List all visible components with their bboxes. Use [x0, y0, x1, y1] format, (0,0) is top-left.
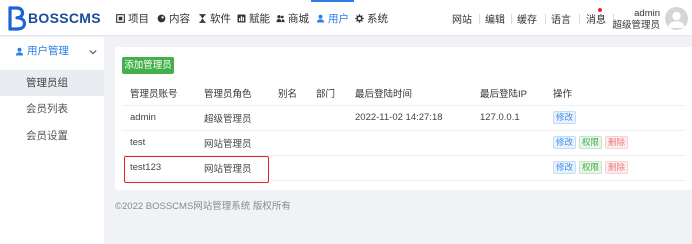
sidebar-group-user-management[interactable]: 用户管理: [0, 42, 104, 61]
nav-item-software[interactable]: 软件: [198, 0, 231, 36]
divider: [511, 14, 512, 24]
column-header-department: 部门: [308, 81, 347, 106]
cell-last-login-ip: [472, 130, 545, 156]
nav-item-label: 系统: [367, 12, 388, 25]
footer-copyright: ©2022 BOSSCMS网站管理系统 版权所有: [115, 201, 291, 212]
avatar-icon: [668, 11, 685, 28]
edit-button[interactable]: 修改: [553, 111, 577, 124]
sidebar-group-label: 用户管理: [27, 45, 69, 57]
tool-language[interactable]: 语言: [551, 0, 571, 36]
nav-item-label: 商城: [288, 12, 309, 25]
table-row: test123 网站管理员 修改 权限 删除: [122, 155, 685, 181]
column-header-actions: 操作: [545, 81, 685, 106]
nav-item-label: 项目: [128, 12, 149, 25]
nav-item-label: 内容: [169, 12, 190, 25]
logo-text: BOSSCMS: [28, 10, 101, 26]
gear-icon: [355, 13, 364, 23]
notification-dot: [598, 8, 602, 12]
column-header-alias: 别名: [270, 81, 308, 106]
logo-b-icon: [8, 6, 27, 31]
chevron-down-icon: [89, 49, 97, 55]
sidebar-item-member-settings[interactable]: 会员设置: [0, 123, 104, 149]
cell-account: test: [122, 130, 196, 156]
cell-department: [308, 155, 347, 181]
bosscms-logo[interactable]: BOSSCMS: [5, 5, 101, 31]
add-admin-button[interactable]: 添加管理员: [122, 57, 174, 74]
edit-button[interactable]: 修改: [553, 136, 577, 149]
delete-button[interactable]: 删除: [605, 161, 629, 174]
top-header: BOSSCMS 项目 内容 软件 赋能 商城 用户 系统 网站 编辑 缓存 语言…: [0, 0, 692, 36]
cell-department: [308, 105, 347, 131]
avatar[interactable]: [665, 7, 688, 30]
sidebar-item-member-list[interactable]: 会员列表: [0, 96, 104, 122]
admin-table: 管理员账号 管理员角色 别名 部门 最后登陆时间 最后登陆IP 操作 admin…: [122, 81, 685, 181]
cell-alias: [270, 105, 308, 131]
cell-last-login-time: [347, 155, 472, 181]
tool-cache[interactable]: 缓存: [517, 0, 537, 36]
user-role[interactable]: 超级管理员: [612, 20, 660, 31]
grid-icon: [116, 13, 125, 23]
cell-actions: 修改 权限 删除: [545, 130, 685, 156]
main-card: 添加管理员 管理员账号 管理员角色 别名 部门 最后登陆时间 最后登陆IP 操作…: [115, 47, 692, 190]
column-header-role: 管理员角色: [196, 81, 270, 106]
cell-department: [308, 130, 347, 156]
cell-actions: 修改: [545, 105, 685, 131]
user-icon: [316, 14, 325, 23]
tool-messages[interactable]: 消息: [586, 0, 606, 36]
user-name[interactable]: admin: [634, 8, 660, 19]
cell-last-login-time: 2022-11-02 14:27:18: [347, 105, 472, 131]
nav-item-system[interactable]: 系统: [355, 0, 388, 36]
hourglass-icon: [199, 13, 206, 23]
table-row: test 网站管理员 修改 权限 删除: [122, 130, 685, 156]
divider: [579, 14, 580, 24]
nav-item-label: 赋能: [249, 12, 270, 25]
table-row: admin 超级管理员 2022-11-02 14:27:18 127.0.0.…: [122, 105, 685, 131]
permissions-button[interactable]: 权限: [579, 136, 603, 149]
tool-website[interactable]: 网站: [452, 0, 472, 36]
user-icon: [15, 47, 24, 56]
cell-last-login-ip: [472, 155, 545, 181]
nav-item-user[interactable]: 用户: [311, 0, 354, 36]
cell-role: 超级管理员: [196, 105, 270, 131]
column-header-last-login-ip: 最后登陆IP: [472, 81, 545, 106]
nav-item-project[interactable]: 项目: [116, 0, 149, 36]
delete-button[interactable]: 删除: [605, 136, 629, 149]
nav-item-label: 用户: [328, 12, 349, 25]
sidebar-item-label: 会员列表: [26, 103, 68, 115]
tool-edit[interactable]: 编辑: [485, 0, 505, 36]
column-header-account: 管理员账号: [122, 81, 196, 106]
divider: [545, 14, 546, 24]
bar-chart-icon: [237, 14, 246, 22]
cell-role: 网站管理员: [196, 155, 270, 181]
nav-item-content[interactable]: 内容: [157, 0, 190, 36]
nav-item-store[interactable]: 商城: [276, 0, 309, 36]
sidebar-item-label: 会员设置: [26, 130, 68, 142]
cell-role: 网站管理员: [196, 130, 270, 156]
edit-button[interactable]: 修改: [553, 161, 577, 174]
sidebar-item-admin-groups[interactable]: 管理员组: [0, 70, 104, 96]
cell-actions: 修改 权限 删除: [545, 155, 685, 181]
nav-item-empower[interactable]: 赋能: [237, 0, 270, 36]
permissions-button[interactable]: 权限: [579, 161, 603, 174]
cell-last-login-time: [347, 130, 472, 156]
column-header-last-login-time: 最后登陆时间: [347, 81, 472, 106]
cell-last-login-ip: 127.0.0.1: [472, 105, 545, 131]
cell-account: admin: [122, 105, 196, 131]
content-icon: [157, 14, 166, 22]
divider: [479, 14, 480, 24]
table-header-row: 管理员账号 管理员角色 别名 部门 最后登陆时间 最后登陆IP 操作: [122, 81, 685, 106]
sidebar: 用户管理 管理员组 会员列表 会员设置: [0, 37, 104, 244]
cell-account: test123: [122, 155, 196, 181]
sidebar-item-label: 管理员组: [26, 77, 68, 89]
cell-alias: [270, 155, 308, 181]
nav-item-label: 软件: [210, 12, 231, 25]
cell-alias: [270, 130, 308, 156]
group-icon: [276, 14, 285, 22]
